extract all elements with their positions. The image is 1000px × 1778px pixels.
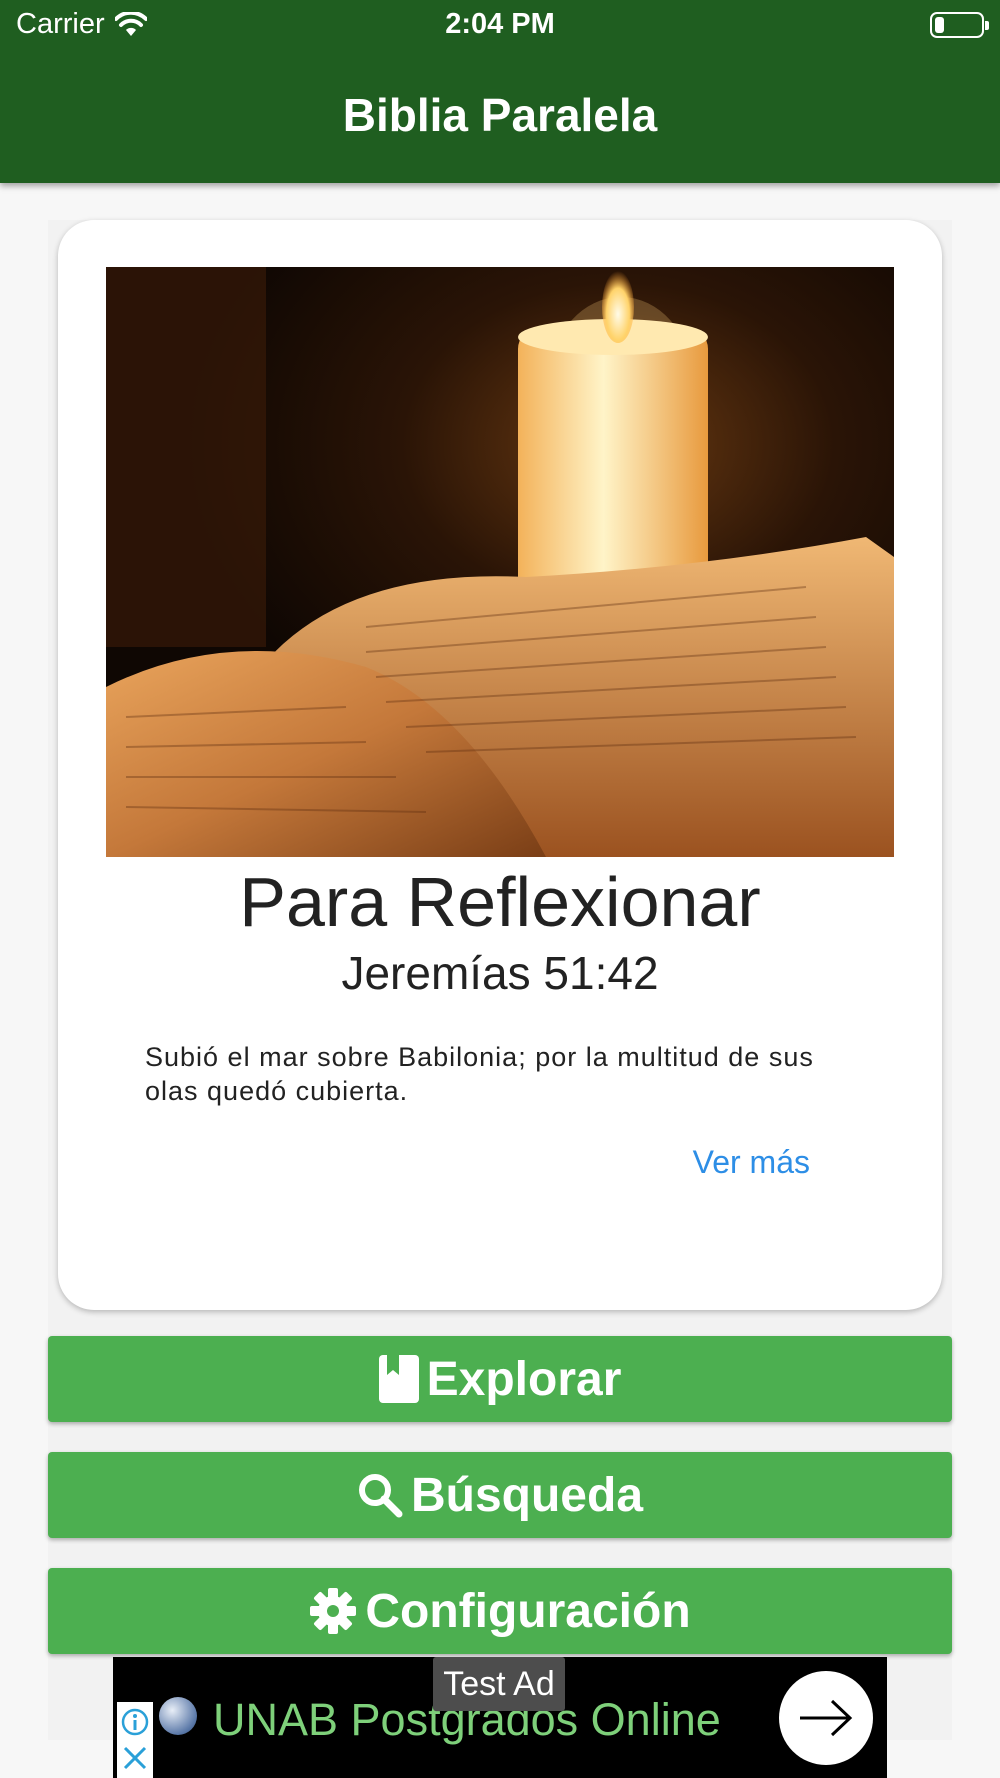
status-time: 2:04 PM	[445, 8, 555, 40]
arrow-right-icon	[800, 1699, 853, 1737]
battery-level	[935, 17, 944, 33]
gear-icon	[310, 1588, 357, 1634]
battery-icon	[930, 12, 989, 38]
page-title: Biblia Paralela	[342, 89, 658, 141]
app-screen: Carrier 2:04 PM Biblia Paralela Para Ref…	[0, 0, 1000, 1778]
ad-choices[interactable]	[117, 1702, 153, 1778]
search-button[interactable]: Búsqueda	[48, 1452, 952, 1538]
candle-bible-image	[106, 267, 894, 857]
ad-banner[interactable]: UNAB Postgrados Online Test Ad	[113, 1657, 887, 1778]
explore-button-label: Explorar	[426, 1352, 622, 1406]
see-more-link[interactable]: Ver más	[600, 1144, 810, 1181]
ad-arrow-button[interactable]	[779, 1671, 873, 1765]
bookmark-icon	[378, 1355, 419, 1403]
search-icon	[358, 1474, 403, 1518]
globe-icon	[159, 1697, 197, 1735]
info-icon	[121, 1708, 149, 1736]
card-title: Para Reflexionar	[239, 863, 761, 941]
settings-button[interactable]: Configuración	[48, 1568, 952, 1654]
close-icon[interactable]	[119, 1742, 155, 1778]
image-illustration	[106, 267, 894, 857]
settings-button-label: Configuración	[365, 1584, 691, 1638]
verse-reference: Jeremías 51:42	[341, 947, 659, 999]
search-button-label: Búsqueda	[410, 1468, 644, 1522]
explore-button[interactable]: Explorar	[48, 1336, 952, 1422]
test-ad-label: Test Ad	[433, 1657, 565, 1711]
verse-text: Subió el mar sobre Babilonia; por la mul…	[145, 1042, 814, 1106]
top-bar: Carrier 2:04 PM Biblia Paralela	[0, 0, 1000, 183]
